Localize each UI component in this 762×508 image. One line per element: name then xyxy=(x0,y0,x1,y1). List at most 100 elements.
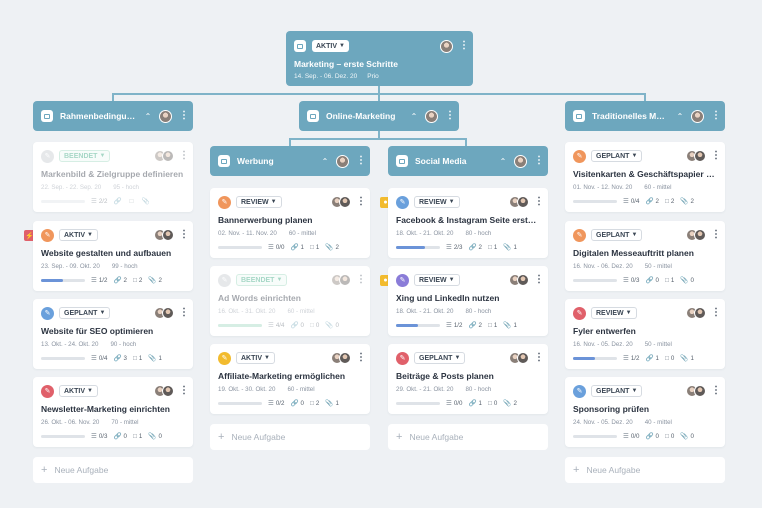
more-menu-icon[interactable]: ⋮ xyxy=(711,386,721,396)
status-dropdown[interactable]: AKTIV ▼ xyxy=(312,40,349,52)
more-menu-icon[interactable]: ⋮ xyxy=(179,308,189,318)
avatar[interactable] xyxy=(691,109,704,123)
status-dropdown[interactable]: BEENDET ▼ xyxy=(59,150,111,162)
pencil-icon[interactable]: ✎ xyxy=(573,306,586,320)
pencil-icon[interactable]: ✎ xyxy=(41,228,54,242)
more-menu-icon[interactable]: ⋮ xyxy=(356,197,366,207)
avatar[interactable] xyxy=(162,150,174,162)
avatar[interactable] xyxy=(159,109,172,123)
pencil-icon[interactable]: ✎ xyxy=(41,384,54,398)
more-menu-icon[interactable]: ⋮ xyxy=(534,275,544,285)
group-header-traditionelles-marketing[interactable]: Traditionelles Mar... ⌃ ⋮ xyxy=(565,101,725,131)
task-card[interactable]: ✎ AKTIV ▼ ⋮ Website gestalten und aufbaue… xyxy=(33,221,193,291)
more-menu-icon[interactable]: ⋮ xyxy=(711,111,721,121)
status-dropdown[interactable]: BEENDET ▼ xyxy=(236,274,288,286)
more-menu-icon[interactable]: ⋮ xyxy=(711,308,721,318)
task-card[interactable]: ✎ GEPLANT ▼ ⋮ Digitalen Messeauftritt pla… xyxy=(565,221,725,291)
chevron-up-icon[interactable]: ⌃ xyxy=(676,112,684,121)
pencil-icon[interactable]: ✎ xyxy=(573,228,586,242)
avatar[interactable] xyxy=(517,274,529,286)
task-card[interactable]: ✎ GEPLANT ▼ ⋮ Visitenkarten & Geschäftspa… xyxy=(565,142,725,212)
task-card[interactable]: ✎ BEENDET ▼ ⋮ Ad Words einrichten 16. Okt… xyxy=(210,266,370,336)
more-menu-icon[interactable]: ⋮ xyxy=(179,230,189,240)
pencil-icon[interactable]: ✎ xyxy=(218,351,231,365)
chevron-up-icon[interactable]: ⌃ xyxy=(410,112,418,121)
pencil-icon[interactable]: ✎ xyxy=(218,273,231,287)
more-menu-icon[interactable]: ⋮ xyxy=(356,156,366,166)
status-dropdown[interactable]: GEPLANT ▼ xyxy=(591,150,643,162)
status-dropdown[interactable]: REVIEW ▼ xyxy=(414,274,460,286)
chevron-up-icon[interactable]: ⌃ xyxy=(144,112,152,121)
root-project-card[interactable]: AKTIV ▼ ⋮ Marketing – erste Schritte 14. … xyxy=(286,31,473,86)
more-menu-icon[interactable]: ⋮ xyxy=(445,111,455,121)
group-header-social-media[interactable]: Social Media ⌃ ⋮ xyxy=(388,146,548,176)
status-dropdown[interactable]: REVIEW ▼ xyxy=(236,196,282,208)
add-task-button[interactable]: + Neue Aufgabe xyxy=(388,424,548,450)
add-task-button[interactable]: + Neue Aufgabe xyxy=(565,457,725,483)
add-task-button[interactable]: + Neue Aufgabe xyxy=(210,424,370,450)
avatar[interactable] xyxy=(425,109,438,123)
avatar[interactable] xyxy=(440,39,453,53)
status-dropdown[interactable]: GEPLANT ▼ xyxy=(591,385,643,397)
avatar[interactable] xyxy=(517,196,529,208)
status-dropdown[interactable]: AKTIV ▼ xyxy=(236,352,275,364)
pencil-icon[interactable]: ✎ xyxy=(41,149,54,163)
avatar[interactable] xyxy=(336,154,349,168)
more-menu-icon[interactable]: ⋮ xyxy=(711,230,721,240)
avatar[interactable] xyxy=(339,196,351,208)
task-card[interactable]: ✎ REVIEW ▼ ⋮ Facebook & Instagram Seite e… xyxy=(388,188,548,258)
avatar[interactable] xyxy=(162,229,174,241)
task-card[interactable]: ✎ REVIEW ▼ ⋮ Xing und LinkedIn nutzen 18.… xyxy=(388,266,548,336)
status-dropdown[interactable]: AKTIV ▼ xyxy=(59,229,98,241)
avatar[interactable] xyxy=(694,307,706,319)
pencil-icon[interactable]: ✎ xyxy=(396,351,409,365)
status-dropdown[interactable]: AKTIV ▼ xyxy=(59,385,98,397)
pencil-icon[interactable]: ✎ xyxy=(396,195,409,209)
group-header-werbung[interactable]: Werbung ⌃ ⋮ xyxy=(210,146,370,176)
task-card[interactable]: ✎ GEPLANT ▼ ⋮ Beiträge & Posts planen 29.… xyxy=(388,344,548,414)
task-card[interactable]: ✎ GEPLANT ▼ ⋮ Website für SEO optimieren … xyxy=(33,299,193,369)
more-menu-icon[interactable]: ⋮ xyxy=(356,275,366,285)
task-card[interactable]: ✎ AKTIV ▼ ⋮ Affiliate-Marketing ermöglich… xyxy=(210,344,370,414)
status-dropdown[interactable]: GEPLANT ▼ xyxy=(591,229,643,241)
task-card[interactable]: ✎ GEPLANT ▼ ⋮ Sponsoring prüfen 24. Nov. … xyxy=(565,377,725,447)
status-dropdown[interactable]: GEPLANT ▼ xyxy=(59,307,111,319)
avatar[interactable] xyxy=(162,385,174,397)
more-menu-icon[interactable]: ⋮ xyxy=(356,353,366,363)
pencil-icon[interactable]: ✎ xyxy=(573,384,586,398)
avatar[interactable] xyxy=(514,154,527,168)
chevron-up-icon[interactable]: ⌃ xyxy=(499,157,507,166)
task-dates: 18. Okt. - 21. Okt. 20 xyxy=(396,230,454,237)
more-menu-icon[interactable]: ⋮ xyxy=(534,353,544,363)
avatar[interactable] xyxy=(694,385,706,397)
task-card[interactable]: ✎ BEENDET ▼ ⋮ Markenbild & Zielgruppe def… xyxy=(33,142,193,212)
status-dropdown[interactable]: REVIEW ▼ xyxy=(591,307,637,319)
status-dropdown[interactable]: GEPLANT ▼ xyxy=(414,352,466,364)
pencil-icon[interactable]: ✎ xyxy=(41,306,54,320)
avatar[interactable] xyxy=(339,352,351,364)
more-menu-icon[interactable]: ⋮ xyxy=(179,111,189,121)
pencil-icon[interactable]: ✎ xyxy=(573,149,586,163)
status-dropdown[interactable]: REVIEW ▼ xyxy=(414,196,460,208)
avatar[interactable] xyxy=(694,229,706,241)
avatar[interactable] xyxy=(517,352,529,364)
group-header-online-marketing[interactable]: Online-Marketing ⌃ ⋮ xyxy=(299,101,459,131)
more-menu-icon[interactable]: ⋮ xyxy=(711,151,721,161)
progress-bar xyxy=(396,401,440,405)
pencil-icon[interactable]: ✎ xyxy=(396,273,409,287)
chevron-up-icon[interactable]: ⌃ xyxy=(321,157,329,166)
group-header-rahmenbedingungen[interactable]: Rahmenbedingun... ⌃ ⋮ xyxy=(33,101,193,131)
task-card[interactable]: ✎ REVIEW ▼ ⋮ Fyler entwerfen 16. Nov. - 0… xyxy=(565,299,725,369)
task-card[interactable]: ✎ REVIEW ▼ ⋮ Bannerwerbung planen 02. Nov… xyxy=(210,188,370,258)
avatar[interactable] xyxy=(694,150,706,162)
pencil-icon[interactable]: ✎ xyxy=(218,195,231,209)
task-card[interactable]: ✎ AKTIV ▼ ⋮ Newsletter-Marketing einricht… xyxy=(33,377,193,447)
add-task-button[interactable]: + Neue Aufgabe xyxy=(33,457,193,483)
more-menu-icon[interactable]: ⋮ xyxy=(534,156,544,166)
avatar[interactable] xyxy=(162,307,174,319)
avatar[interactable] xyxy=(339,274,351,286)
more-menu-icon[interactable]: ⋮ xyxy=(534,197,544,207)
more-menu-icon[interactable]: ⋮ xyxy=(459,41,469,51)
more-menu-icon[interactable]: ⋮ xyxy=(179,386,189,396)
more-menu-icon[interactable]: ⋮ xyxy=(179,151,189,161)
